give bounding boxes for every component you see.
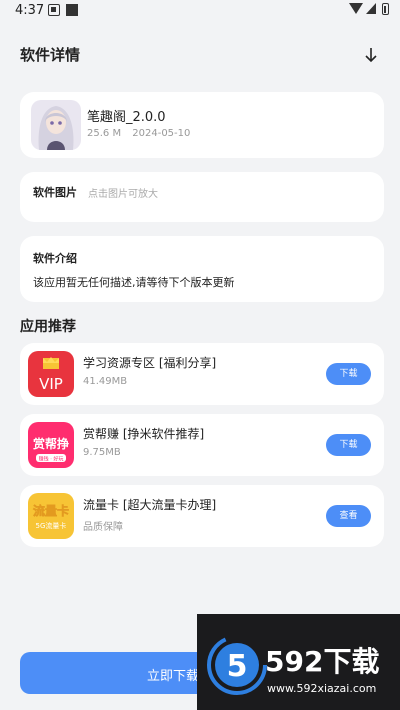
page-title: 软件详情 xyxy=(20,46,81,64)
recommend-item[interactable]: VIP 学习资源专区 [福利分享] 41.49MB 下载 xyxy=(20,343,384,405)
recommend-item-name: 赏帮赚 [挣米软件推荐] xyxy=(83,427,205,441)
shangbangzhuan-icon-text: 赏帮挣 xyxy=(33,436,69,451)
app-name: 笔趣阁_2.0.0 xyxy=(87,110,166,125)
vip-icon: VIP xyxy=(28,351,74,397)
shangbangzhuan-icon-subtext: 赚钱 · 好玩 xyxy=(39,456,64,463)
download-now-label: 立即下载 xyxy=(147,669,200,684)
wifi-icon xyxy=(349,3,363,14)
recommend-item[interactable]: 流量卡 5G流量卡 流量卡 [超大流量卡办理] 品质保障 查看 xyxy=(20,485,384,547)
status-time: 4:37 xyxy=(15,3,45,18)
images-card: 软件图片 点击图片可放大 xyxy=(20,172,384,222)
images-label: 软件图片 xyxy=(33,186,77,199)
intro-label: 软件介绍 xyxy=(33,252,77,265)
download-button[interactable]: 下载 xyxy=(326,434,371,456)
liuliangka-icon-subtext: 5G流量卡 xyxy=(36,521,67,530)
watermark-592xiazai: 5 592下载 www.592xiazai.com xyxy=(197,614,400,710)
recommend-item[interactable]: 赏帮挣 赚钱 · 好玩 赏帮赚 [挣米软件推荐] 9.75MB 下载 xyxy=(20,414,384,476)
download-arrow-icon[interactable] xyxy=(362,44,380,66)
recommend-item-name: 流量卡 [超大流量卡办理] xyxy=(83,498,217,512)
view-button[interactable]: 查看 xyxy=(326,505,371,527)
app-meta: 25.6 M 2024-05-10 xyxy=(87,128,190,139)
svg-text:5: 5 xyxy=(227,649,248,684)
intro-text: 该应用暂无任何描述,请等待下个版本更新 xyxy=(33,276,235,289)
liuliangka-icon-text: 流量卡 xyxy=(33,503,69,518)
status-bar: 4:37 xyxy=(0,0,400,22)
watermark-brand: 592下载 xyxy=(265,645,380,678)
recommend-item-sub: 41.49MB xyxy=(83,376,128,387)
recommend-heading: 应用推荐 xyxy=(20,319,76,335)
app-icon xyxy=(31,100,81,150)
recommend-item-sub: 9.75MB xyxy=(83,447,121,458)
watermark-logo: 5 xyxy=(207,635,267,695)
battery-icon xyxy=(382,3,389,15)
app-info-card: 笔趣阁_2.0.0 25.6 M 2024-05-10 xyxy=(20,92,384,158)
images-hint: 点击图片可放大 xyxy=(88,189,158,200)
intro-card: 软件介绍 该应用暂无任何描述,请等待下个版本更新 xyxy=(20,236,384,302)
photo-notification-icon xyxy=(48,4,60,16)
recommend-item-sub: 品质保障 xyxy=(83,522,123,533)
watermark-url: www.592xiazai.com xyxy=(267,682,377,695)
signal-icon xyxy=(366,3,376,14)
recommend-item-name: 学习资源专区 [福利分享] xyxy=(83,356,217,370)
app-date: 2024-05-10 xyxy=(132,128,191,139)
liuliangka-icon: 流量卡 5G流量卡 xyxy=(28,493,74,539)
shangbangzhuan-icon: 赏帮挣 赚钱 · 好玩 xyxy=(28,422,74,468)
vip-icon-text: VIP xyxy=(39,375,63,393)
download-button[interactable]: 下载 xyxy=(326,363,371,385)
square-notification-icon xyxy=(66,4,78,16)
app-size: 25.6 M xyxy=(87,128,122,139)
